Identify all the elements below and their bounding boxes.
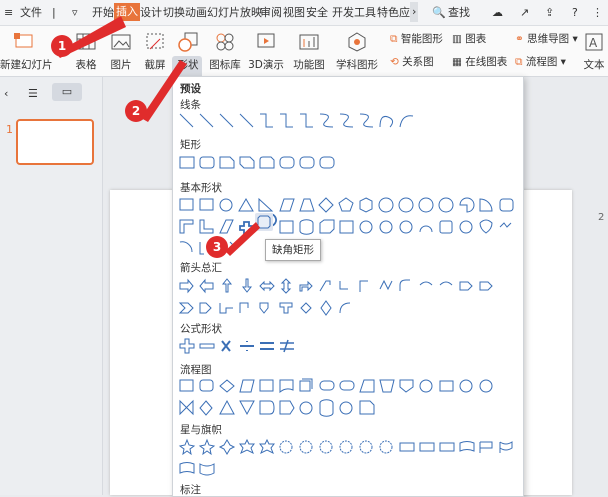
step-badge-3: 3 (206, 236, 228, 258)
step-badge-2: 2 (125, 100, 147, 122)
step-badge-1: 1 (51, 35, 73, 57)
annotation-arrow-2 (141, 60, 187, 122)
annotation-arrow-3 (225, 222, 260, 256)
annotation-arrows (56, 16, 260, 256)
